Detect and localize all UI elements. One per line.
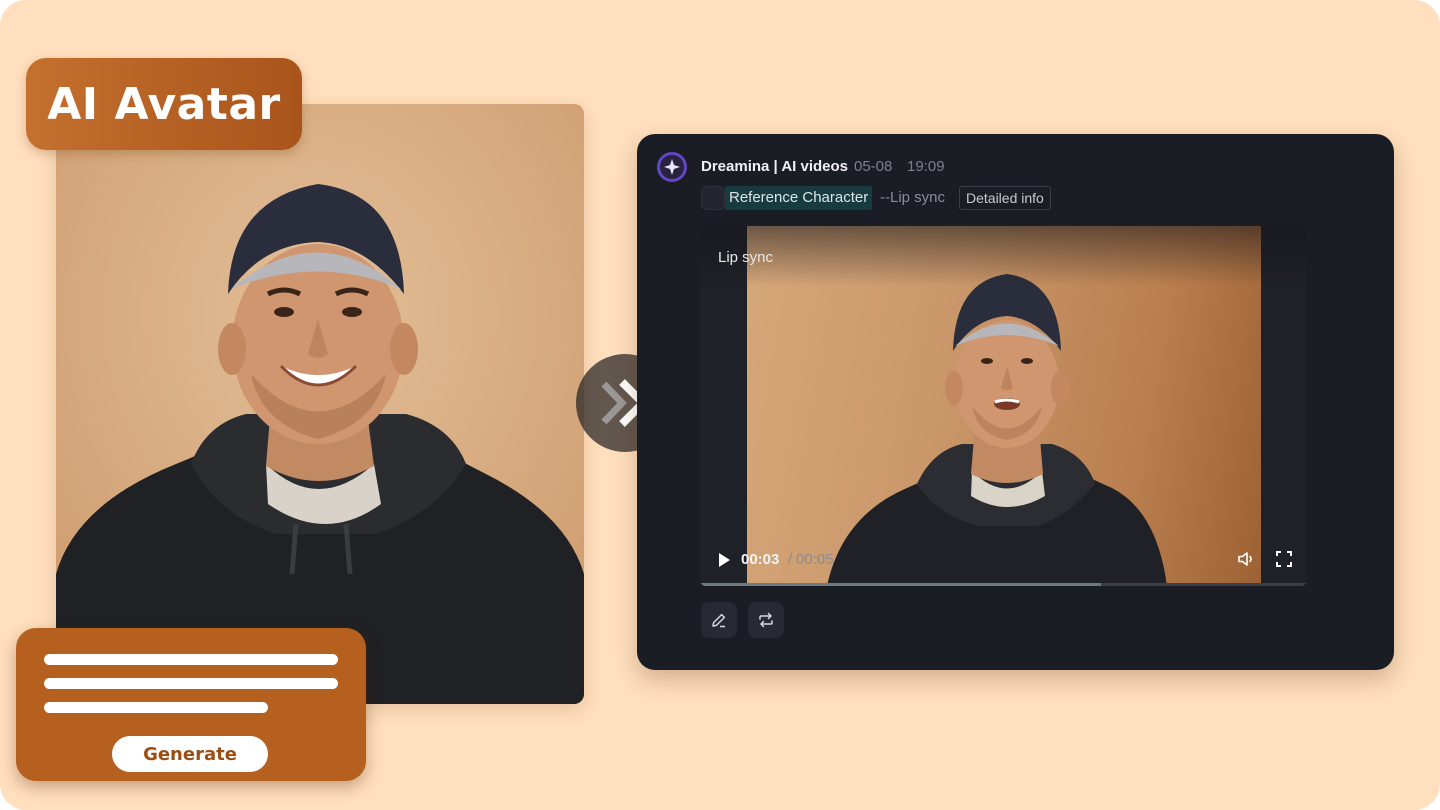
result-card: Dreamina | AI videos 05-08 19:09 Referen… (637, 134, 1394, 670)
volume-icon[interactable] (1237, 550, 1255, 568)
prompt-text-line (44, 654, 338, 665)
dreamina-star-icon (657, 152, 687, 182)
edit-button[interactable] (701, 602, 737, 638)
video-progress-fill (700, 583, 1101, 586)
video-progress-bar[interactable] (700, 583, 1307, 586)
reference-thumbnail[interactable] (701, 186, 725, 210)
post-time: 19:09 (907, 158, 945, 175)
title-badge-label: AI Avatar (47, 78, 281, 130)
video-player[interactable]: Lip sync 00:03 / 00:05 (700, 226, 1307, 586)
edit-pencil-icon (712, 613, 726, 628)
lip-sync-mode-tag: --Lip sync (880, 189, 946, 206)
reference-character-tag[interactable]: Reference Character (725, 186, 873, 210)
detailed-info-button[interactable]: Detailed info (959, 186, 1051, 210)
total-time: 00:05 (796, 551, 834, 568)
regenerate-button[interactable] (748, 602, 784, 638)
prompt-text-line (44, 702, 268, 713)
title-badge: AI Avatar (26, 58, 302, 150)
repeat-icon (759, 612, 773, 628)
post-date: 05-08 (854, 158, 893, 175)
video-label: Lip sync (718, 249, 774, 266)
generate-button[interactable]: Generate (112, 736, 268, 772)
page-canvas: AI Avatar Generate Dreamina | AI videos … (0, 0, 1440, 810)
prompt-text-line (44, 678, 338, 689)
source-photo (56, 104, 584, 704)
play-icon[interactable] (716, 552, 732, 568)
current-time: 00:03 (741, 551, 780, 568)
prompt-card: Generate (16, 628, 366, 781)
fullscreen-icon[interactable] (1275, 550, 1293, 568)
time-separator: / (788, 551, 793, 568)
video-top-shade (700, 226, 1307, 286)
portrait-illustration (56, 104, 584, 704)
app-title: Dreamina | AI videos (701, 158, 849, 175)
